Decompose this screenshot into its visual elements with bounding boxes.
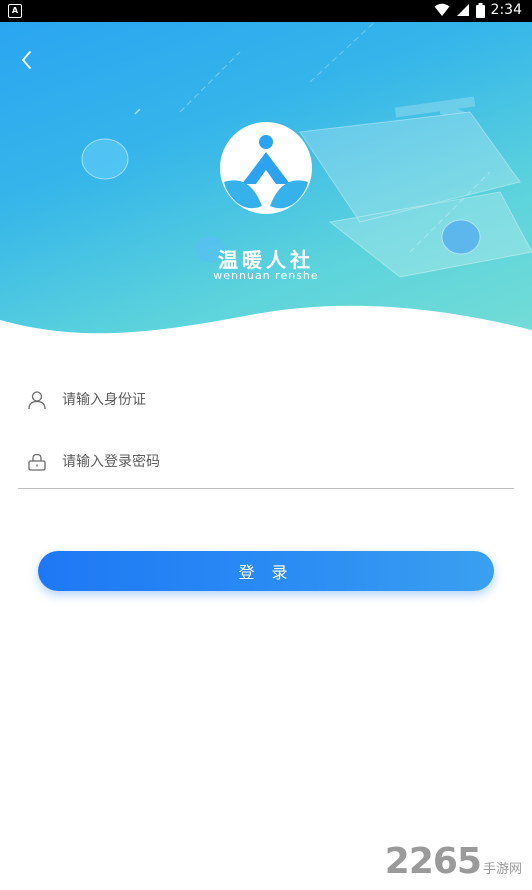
battery-icon	[475, 2, 485, 18]
watermark-number: 2265	[384, 841, 482, 882]
status-time: 2:34	[490, 2, 522, 18]
notification-app-icon: A	[8, 4, 22, 18]
hero-banner: 温暖人社 wennuan renshe	[0, 22, 532, 342]
password-field[interactable]	[18, 439, 514, 485]
cell-signal-icon	[456, 4, 469, 16]
login-button[interactable]: 登 录	[38, 551, 494, 591]
people-logo-icon	[220, 122, 312, 214]
status-bar: A 2:34	[0, 0, 532, 22]
site-watermark: 2265 手游网	[385, 841, 522, 882]
input-divider	[18, 488, 514, 489]
brand-subtitle: wennuan renshe	[213, 269, 319, 282]
user-icon	[26, 389, 48, 411]
password-input[interactable]	[62, 454, 462, 470]
back-button[interactable]	[18, 50, 38, 70]
wifi-icon	[434, 3, 450, 16]
id-number-input[interactable]	[62, 392, 462, 408]
app-logo	[220, 122, 312, 214]
id-number-field[interactable]	[18, 377, 514, 423]
lock-icon	[26, 451, 48, 473]
chevron-left-icon	[22, 51, 31, 69]
watermark-suffix: 手游网	[482, 862, 522, 877]
status-icons: 2:34	[434, 2, 522, 18]
